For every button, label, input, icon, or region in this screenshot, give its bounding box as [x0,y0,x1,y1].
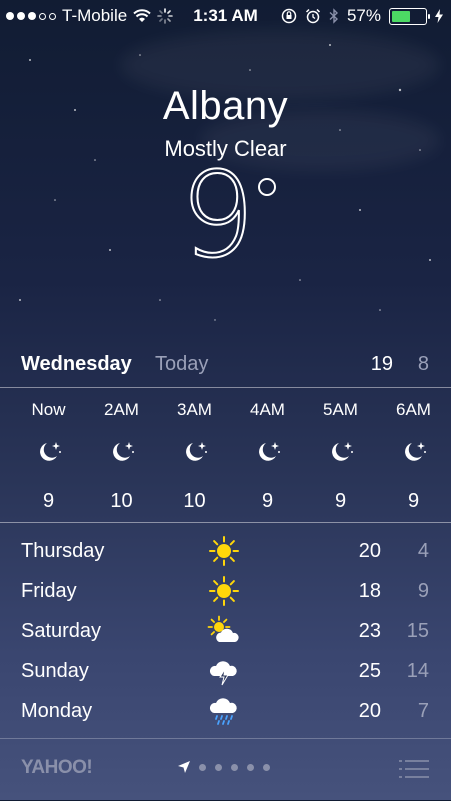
location-arrow-icon [178,761,190,773]
hour-temperature: 9 [334,490,347,512]
city-name: Albany [162,84,289,128]
day-low: 14 [406,660,429,682]
divider [0,522,451,523]
page-dot[interactable] [199,763,206,771]
page-indicator[interactable] [178,761,270,773]
current-temperature: 9 [0,155,451,283]
moon-stars-icon [304,432,377,472]
day-high: 23 [358,620,381,642]
daily-row: Monday 20 7 [0,691,451,731]
battery-percent: 57% [346,6,381,25]
day-name: Friday [21,580,77,602]
bottom-toolbar: YAHOO! [0,738,451,801]
day-low: 15 [406,620,429,642]
daily-forecast: Thursday 20 4 Friday 18 9 Saturday 23 15 Sunday 25… [0,531,451,731]
status-bar: T-Mobile 1:31 AM 57% [0,0,451,32]
day-high: 20 [358,700,381,722]
day-high: 18 [358,580,381,602]
degree-symbol [258,178,276,196]
hour-label: 6AM [396,400,431,419]
today-label: Today [155,353,209,375]
hourly-item: 3AM 10 [158,400,231,513]
hour-label: Now [31,400,66,419]
hourly-item: 5AM 9 [304,400,377,513]
hourly-item: Now 9 [12,400,85,513]
day-name: Thursday [21,540,105,562]
hour-label: 2AM [104,400,139,419]
today-high: 19 [370,353,393,375]
charging-icon [435,9,443,23]
day-low: 9 [417,580,429,602]
page-dot[interactable] [247,763,254,771]
hour-temperature: 9 [407,490,420,512]
hour-temperature: 10 [110,490,133,512]
daily-row: Thursday 20 4 [0,531,451,571]
thunderstorm-icon [207,655,241,687]
temperature-value: 9 [179,146,256,284]
rain-icon [207,695,241,727]
divider [0,387,451,388]
page-dot[interactable] [231,763,238,771]
orientation-lock-icon [281,8,297,24]
day-low: 4 [417,540,429,562]
today-low: 8 [417,353,429,375]
hourly-item: 4AM 9 [231,400,304,513]
sun-icon [207,575,241,607]
moon-stars-icon [12,432,85,472]
page-dot[interactable] [263,763,270,771]
day-name: Sunday [21,660,89,682]
day-name: Monday [21,700,93,722]
alarm-icon [305,8,320,24]
hourly-item: 2AM 10 [85,400,158,513]
day-high: 25 [358,660,381,682]
bluetooth-icon [329,8,338,24]
moon-stars-icon [85,432,158,472]
sun-icon [207,535,241,567]
yahoo-logo[interactable]: YAHOO! [21,757,93,779]
moon-stars-icon [377,432,450,472]
day-name: Saturday [21,620,102,642]
page-dot[interactable] [215,763,222,771]
moon-stars-icon [231,432,304,472]
hour-temperature: 9 [42,490,55,512]
hourly-item: 6AM 9 [377,400,450,513]
battery-icon [389,7,430,25]
list-menu-icon[interactable] [399,759,429,779]
day-low: 7 [417,700,429,722]
hour-label: 4AM [250,400,285,419]
hourly-forecast[interactable]: Now 9 2AM 10 3AM 10 4AM 9 5AM 9 6AM 9 [12,400,451,513]
partly-cloudy-icon [207,615,241,647]
hour-temperature: 10 [183,490,206,512]
today-day: Wednesday [21,353,132,375]
hour-temperature: 9 [261,490,274,512]
hour-label: 3AM [177,400,212,419]
daily-row: Sunday 25 14 [0,651,451,691]
today-summary: Wednesday Today 19 8 [0,348,451,388]
daily-row: Saturday 23 15 [0,611,451,651]
hour-label: 5AM [323,400,358,419]
daily-row: Friday 18 9 [0,571,451,611]
moon-stars-icon [158,432,231,472]
day-high: 20 [358,540,381,562]
